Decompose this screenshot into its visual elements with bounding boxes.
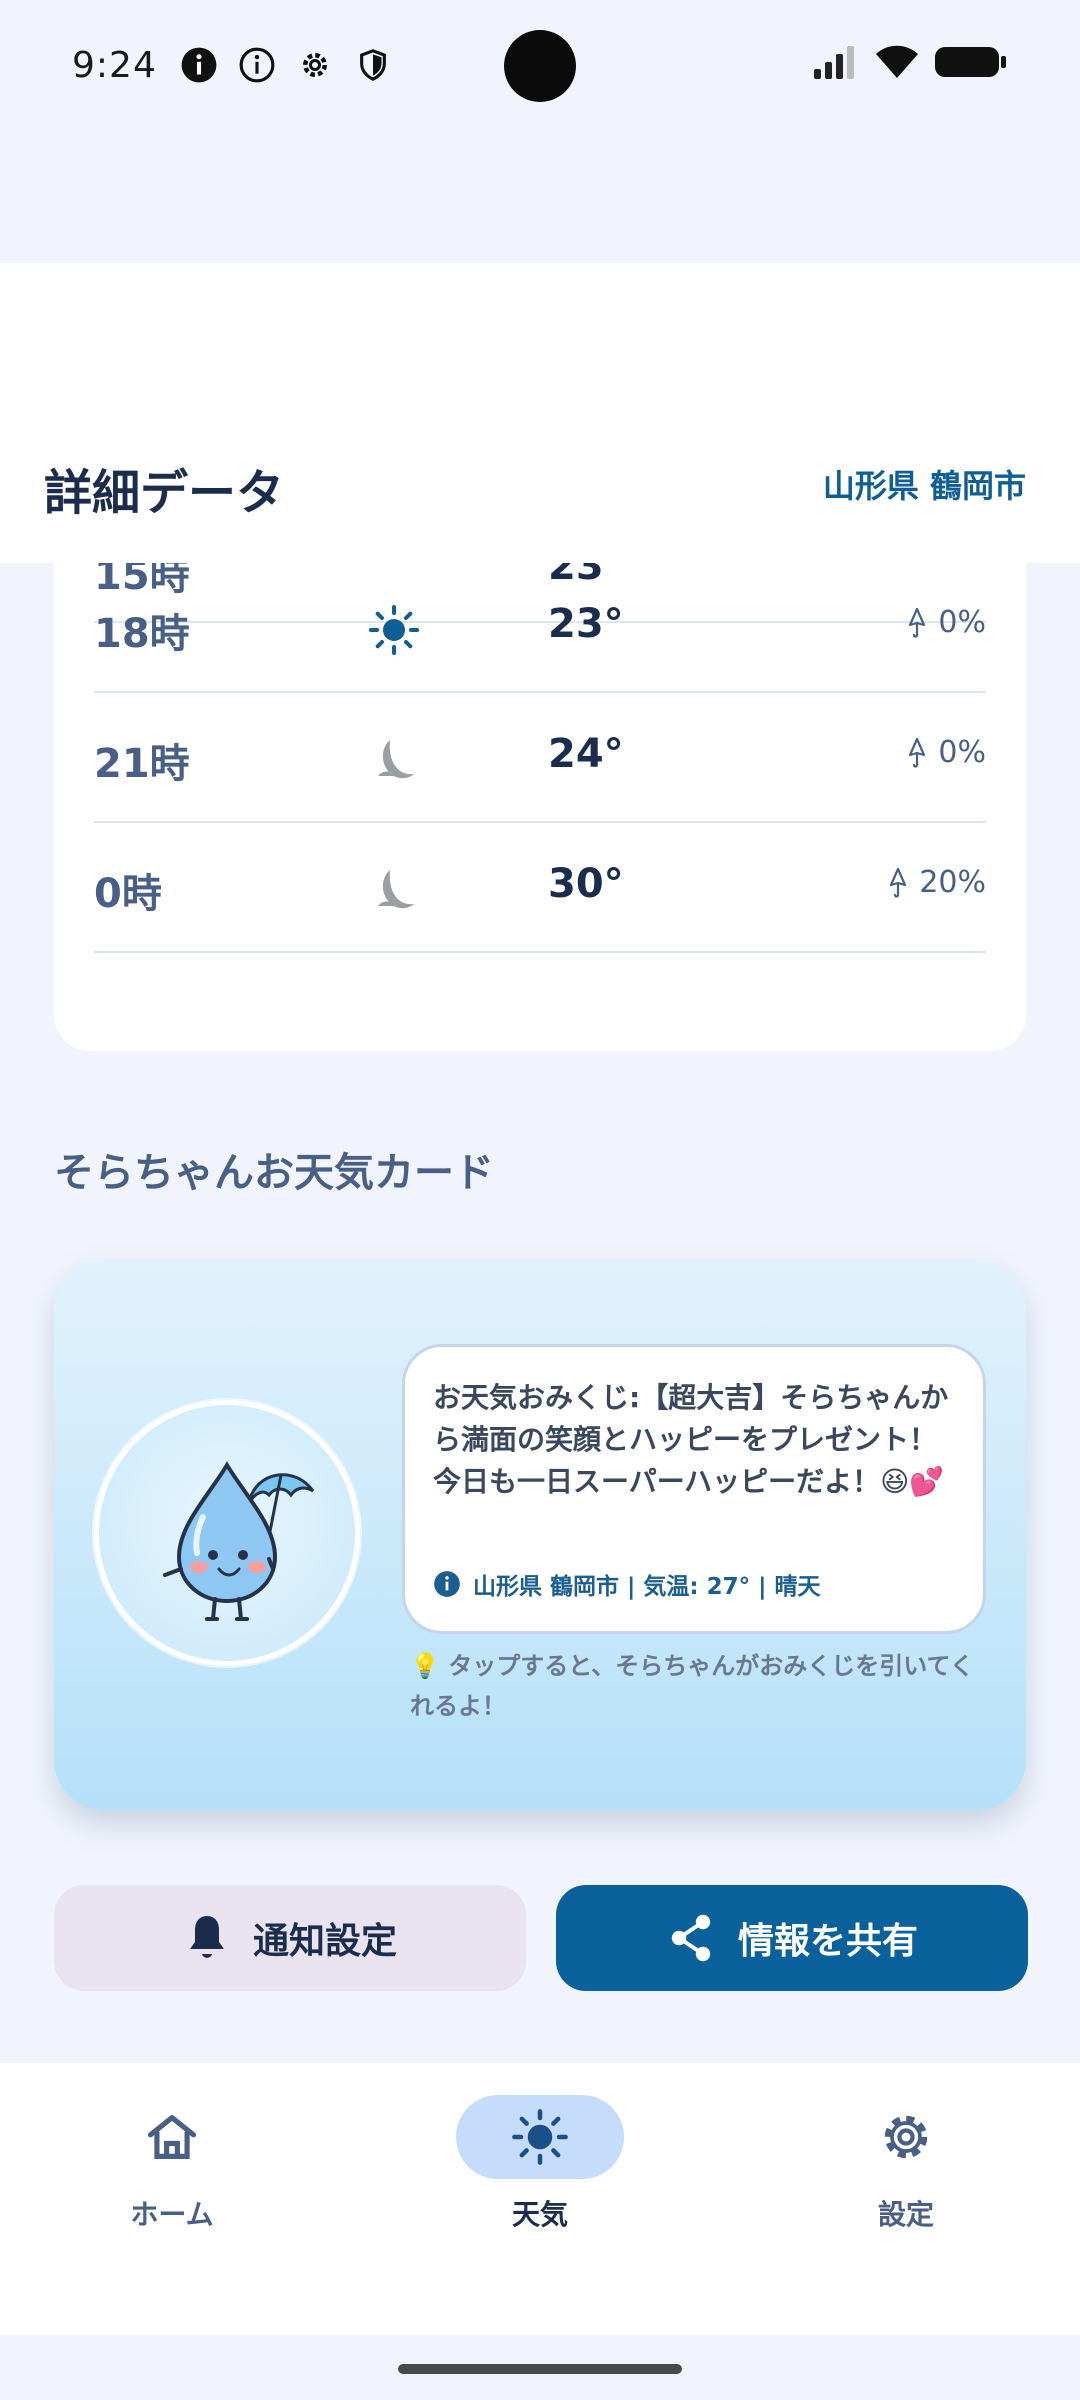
nav-weather-pill [456, 2095, 624, 2179]
rain-chance: 0% [906, 735, 986, 770]
share-icon [671, 1914, 711, 1962]
home-icon [147, 2115, 197, 2159]
tap-hint: 💡 タップすると、そらちゃんがおみくじを引いてくれるよ！ [410, 1652, 974, 1720]
nav-settings-pill [822, 2095, 990, 2179]
nav-home-label: ホーム [130, 2198, 214, 2231]
rain-percent: 20% [919, 865, 986, 900]
moon-icon [368, 864, 420, 916]
weather-card-section-title: そらちゃんお天気カード [54, 1150, 494, 1196]
info-icon [434, 1571, 460, 1597]
hourly-row: 18時 23° 0% [94, 563, 986, 693]
page-title: 詳細データ [44, 465, 285, 521]
sun-icon [368, 604, 420, 656]
hourly-row: 0時 30° 20% [94, 823, 986, 953]
nav-weather[interactable]: 天気 [420, 2095, 660, 2245]
nav-home[interactable]: ホーム [52, 2095, 292, 2245]
rain-percent: 0% [938, 735, 986, 770]
gear-icon [884, 2115, 928, 2159]
system-status-icons [814, 44, 1008, 84]
notification-icons [179, 45, 393, 85]
rain-percent: 0% [938, 605, 986, 640]
info-outline-icon [237, 45, 277, 85]
notification-settings-label: 通知設定 [252, 1921, 397, 1962]
fortune-meta: 山形県 鶴岡市 | 気温: 27° | 晴天 [433, 1567, 821, 1601]
hour-temperature: 24° [548, 731, 624, 777]
bell-icon [189, 1916, 224, 1958]
nav-settings[interactable]: 設定 [786, 2095, 1026, 2245]
wifi-icon [874, 44, 920, 84]
fortune-message: お天気おみくじ:【超大吉】そらちゃんから満面の笑顔とハッピーをプレゼント！今日も… [433, 1381, 949, 1498]
location-link[interactable]: 山形県 鶴岡市 [823, 461, 1026, 507]
hourly-row: 21時 24° 0% [94, 693, 986, 823]
status-time: 9:24 [72, 44, 157, 86]
nav-weather-label: 天気 [511, 2198, 568, 2231]
fortune-meta-text: 山形県 鶴岡市 | 気温: 27° | 晴天 [473, 1574, 821, 1600]
hourly-forecast-card: 15時 23° 18時 23° 0% 21時 24° 0% 0時 30° 20% [54, 563, 1026, 1051]
camera-cutout [504, 30, 576, 102]
raindrop-mascot-icon [163, 1461, 315, 1621]
notification-settings-button[interactable]: 通知設定 [54, 1885, 526, 1991]
rain-chance: 0% [906, 605, 986, 640]
signal-icon [814, 45, 860, 83]
hour-label: 18時 [94, 611, 190, 657]
hour-label: 0時 [94, 871, 162, 917]
fortune-card[interactable]: お天気おみくじ:【超大吉】そらちゃんから満面の笑顔とハッピーをプレゼント！今日も… [54, 1260, 1026, 1810]
nav-settings-label: 設定 [877, 2198, 934, 2231]
home-indicator[interactable] [398, 2364, 682, 2374]
info-filled-icon [179, 45, 219, 85]
rain-chance: 20% [887, 865, 986, 900]
sun-icon [512, 2109, 568, 2165]
nav-home-pill [88, 2095, 256, 2179]
umbrella-closed-icon [909, 737, 926, 768]
umbrella-closed-icon [890, 867, 907, 898]
hour-temperature: 30° [548, 861, 624, 907]
umbrella-closed-icon [909, 607, 926, 638]
mascot-bubble[interactable] [94, 1400, 360, 1666]
page-header: 詳細データ 山形県 鶴岡市 [0, 263, 1080, 563]
share-info-button[interactable]: 情報を共有 [556, 1885, 1028, 1991]
battery-icon [934, 44, 1008, 84]
share-info-label: 情報を共有 [737, 1921, 918, 1962]
bottom-navigation: ホーム 天気 設定 [0, 2063, 1080, 2335]
hour-temperature: 23° [548, 601, 624, 647]
hour-label: 21時 [94, 741, 190, 787]
settings-status-icon [295, 45, 335, 85]
fortune-speech-bubble: お天気おみくじ:【超大吉】そらちゃんから満面の笑顔とハッピーをプレゼント！今日も… [402, 1344, 986, 1634]
shield-icon [353, 45, 393, 85]
moon-icon [368, 734, 420, 786]
